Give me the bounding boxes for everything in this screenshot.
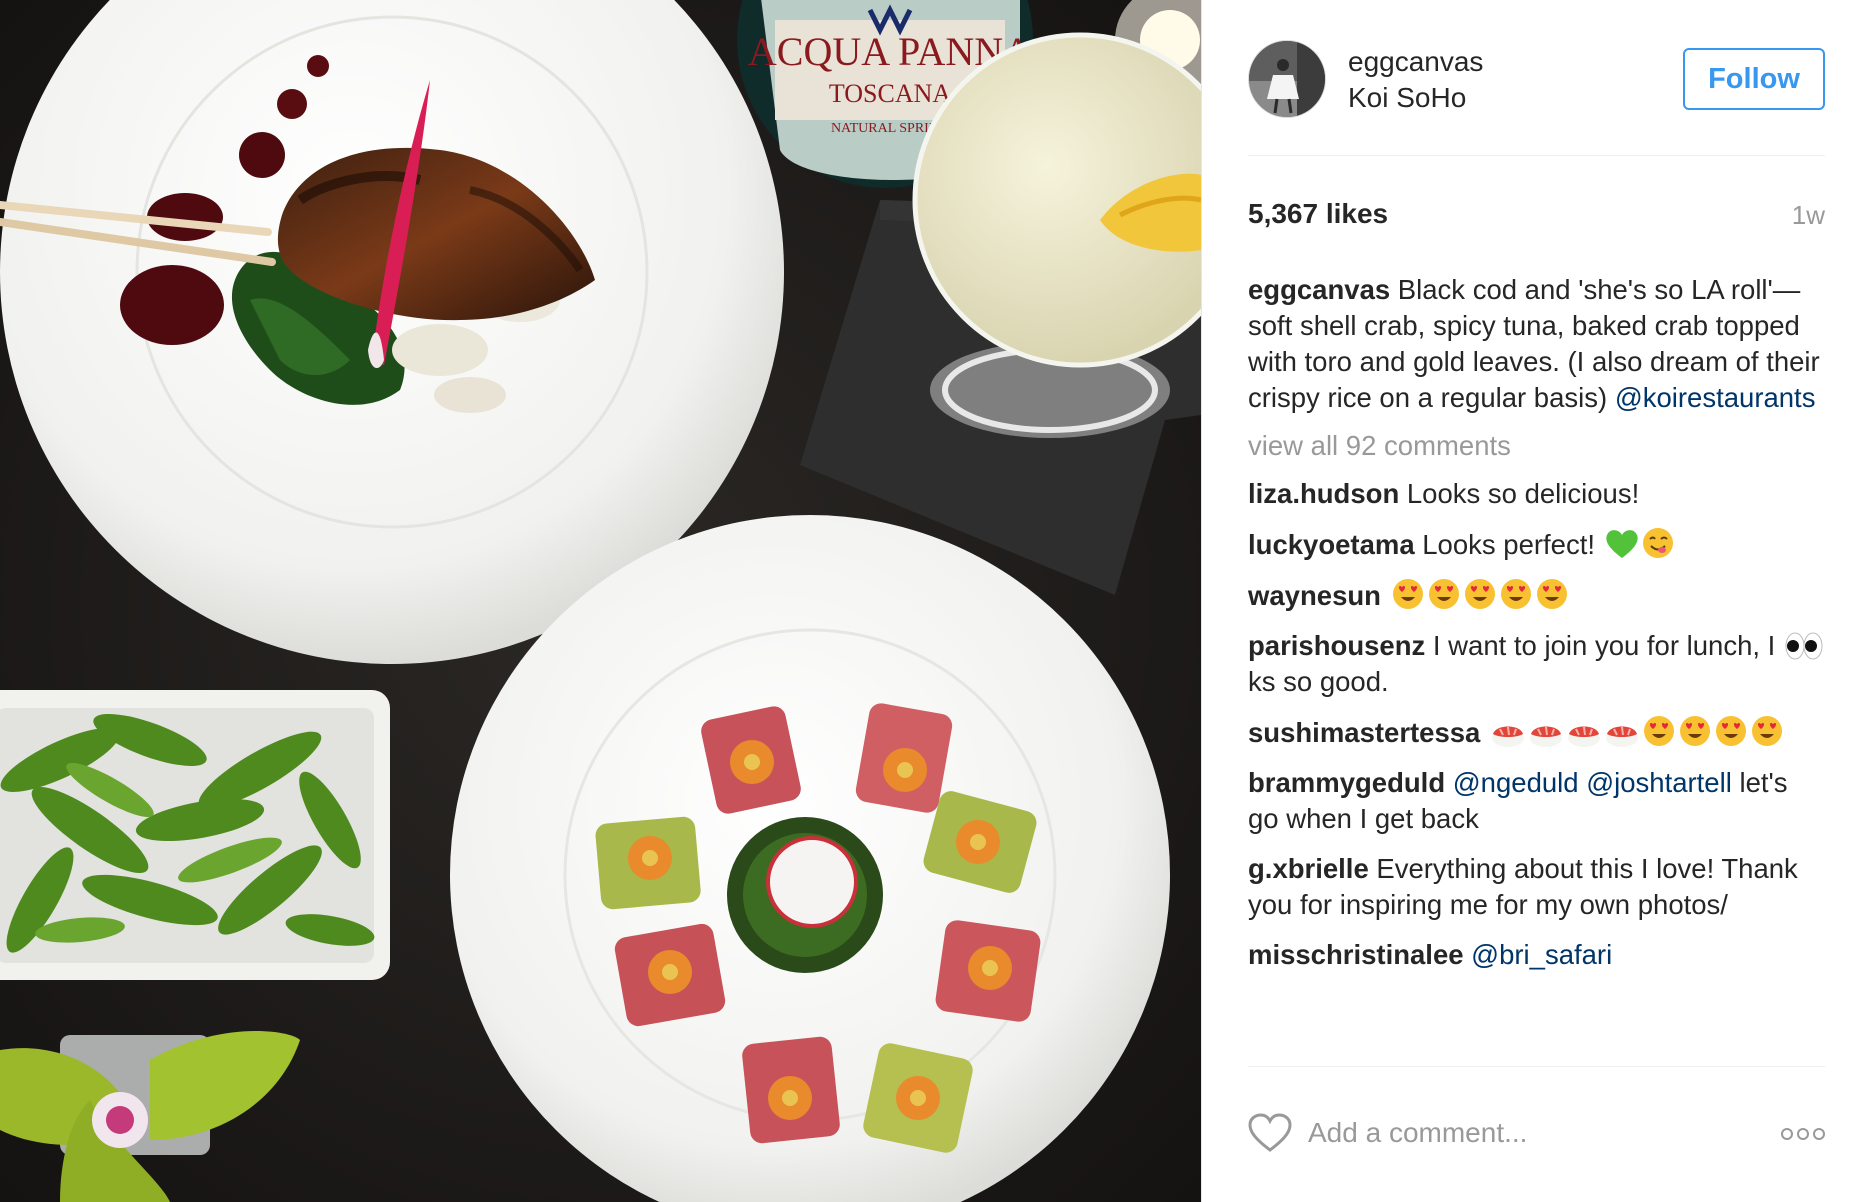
svg-text:TOSCANA: TOSCANA: [829, 79, 952, 108]
comment-mention[interactable]: @joshtartell: [1586, 767, 1732, 798]
comment-username[interactable]: brammygeduld: [1248, 767, 1445, 798]
comment-text: Looks perfect!: [1414, 529, 1603, 560]
follow-button[interactable]: Follow: [1683, 48, 1825, 110]
comment-mention[interactable]: @ngeduld: [1453, 767, 1579, 798]
comment-mention[interactable]: @bri_safari: [1471, 939, 1612, 970]
comment-username[interactable]: luckyoetama: [1248, 529, 1415, 560]
comment-username[interactable]: waynesun: [1248, 580, 1381, 611]
sushi-icon: [1604, 718, 1640, 748]
comment-username[interactable]: liza.hudson: [1248, 478, 1399, 509]
heart-eyes-icon: [1391, 577, 1425, 611]
edamame-dish: [0, 690, 390, 980]
sushi-icon: [1490, 718, 1526, 748]
heart-eyes-icon: [1535, 577, 1569, 611]
food-photo-illustration: ACQUA PANNA TOSCANA NATURAL SPRING: [0, 0, 1201, 1202]
comment-item: brammygeduld @ngeduld @joshtartell let's…: [1248, 765, 1825, 837]
caption: eggcanvas Black cod and 'she's so LA rol…: [1248, 272, 1825, 416]
comment-item: sushimastertessa: [1248, 714, 1825, 751]
heart-eyes-icon: [1678, 714, 1712, 748]
comment-username[interactable]: g.xbrielle: [1248, 853, 1369, 884]
sushi-piece-3: [595, 816, 701, 910]
comment-footer: [1248, 1066, 1825, 1202]
comment-text: I want to join you for lunch, I: [1425, 630, 1783, 661]
heart-outline-icon[interactable]: [1248, 1113, 1292, 1153]
comment-text: ks so good.: [1248, 666, 1389, 697]
heart-eyes-icon: [1463, 577, 1497, 611]
caption-mention[interactable]: @koirestaurants: [1615, 382, 1816, 413]
post-username[interactable]: eggcanvas: [1348, 46, 1483, 78]
comment-item: misschristinalee @bri_safari: [1248, 937, 1825, 973]
more-options-icon[interactable]: [1781, 1127, 1825, 1141]
yum-face-icon: [1641, 526, 1675, 560]
comment-item: g.xbrielle Everything about this I love!…: [1248, 851, 1825, 923]
sushi-piece-6: [935, 920, 1041, 1022]
sushi-piece-8: [863, 1043, 973, 1153]
green-heart-icon: [1605, 528, 1639, 560]
likes-count[interactable]: 5,367 likes: [1248, 198, 1388, 230]
post-photo[interactable]: ACQUA PANNA TOSCANA NATURAL SPRING: [0, 0, 1201, 1202]
heart-eyes-icon: [1750, 714, 1784, 748]
add-comment-input[interactable]: [1308, 1113, 1748, 1153]
view-all-comments-link[interactable]: view all 92 comments: [1248, 428, 1825, 464]
avatar[interactable]: [1248, 40, 1326, 118]
sushi-icon: [1528, 718, 1564, 748]
sushi-piece-5: [614, 923, 726, 1027]
eyes-icon: [1785, 631, 1823, 661]
comment-text: [1381, 580, 1389, 611]
plate-sushi-roll: [450, 515, 1170, 1202]
comment-item: liza.hudson Looks so delicious!: [1248, 476, 1825, 512]
comment-text: Looks so delicious!: [1399, 478, 1640, 509]
heart-eyes-icon: [1427, 577, 1461, 611]
avatar-image: [1249, 41, 1325, 117]
comment-item: waynesun: [1248, 577, 1825, 614]
comment-text: [1480, 717, 1488, 748]
comment-username[interactable]: sushimastertessa: [1248, 717, 1480, 748]
comment-username[interactable]: parishousenz: [1248, 630, 1425, 661]
post-location[interactable]: Koi SoHo: [1348, 82, 1466, 114]
post-header: eggcanvas Koi SoHo Follow: [1248, 38, 1825, 156]
comment-username[interactable]: misschristinalee: [1248, 939, 1464, 970]
post-timestamp[interactable]: 1w: [1792, 200, 1825, 231]
comment-item: luckyoetama Looks perfect!: [1248, 526, 1825, 563]
likes-row: 5,367 likes 1w: [1248, 198, 1825, 232]
sushi-piece-7: [742, 1036, 840, 1144]
sushi-piece-2: [855, 703, 953, 813]
post-side-panel: eggcanvas Koi SoHo Follow 5,367 likes 1w…: [1201, 0, 1872, 1202]
heart-eyes-icon: [1642, 714, 1676, 748]
comments-list: eggcanvas Black cod and 'she's so LA rol…: [1248, 272, 1825, 1062]
caption-username[interactable]: eggcanvas: [1248, 274, 1390, 305]
comment-item: parishousenz I want to join you for lunc…: [1248, 628, 1825, 700]
heart-eyes-icon: [1714, 714, 1748, 748]
heart-eyes-icon: [1499, 577, 1533, 611]
cocktail-glass: [912, 32, 1201, 438]
sushi-icon: [1566, 718, 1602, 748]
